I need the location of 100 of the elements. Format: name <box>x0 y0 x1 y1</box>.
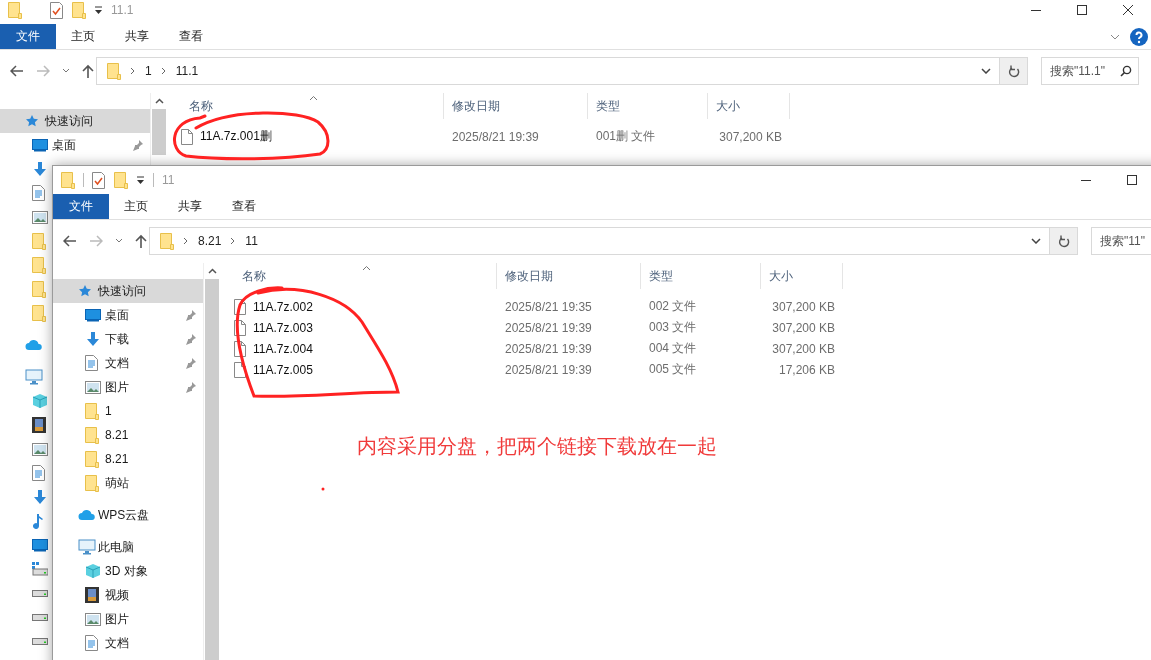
nav-item[interactable]: 8.21 <box>85 423 129 447</box>
breadcrumb-item[interactable]: 1 <box>142 64 155 78</box>
column-header[interactable]: 修改日期 <box>497 263 641 289</box>
forward-arrow-icon <box>36 65 50 77</box>
nav-item[interactable]: WPS云盘 <box>78 503 150 527</box>
nav-item[interactable]: 3D 对象 <box>85 559 148 583</box>
monitor-icon <box>32 138 48 152</box>
up-arrow-icon <box>82 64 94 78</box>
refresh-button[interactable] <box>1000 57 1028 85</box>
ribbon-tab[interactable]: 共享 <box>110 24 164 49</box>
column-header[interactable]: 名称 <box>220 263 497 289</box>
folder-icon <box>85 402 99 420</box>
monitor-icon <box>78 539 96 555</box>
caret-up-icon <box>154 98 164 104</box>
ribbon-tab[interactable]: 文件 <box>53 194 109 219</box>
nav-item[interactable]: 视频 <box>85 583 129 607</box>
column-header[interactable]: 修改日期 <box>444 93 588 119</box>
file-icon <box>234 298 246 315</box>
column-header[interactable]: 类型 <box>588 93 708 119</box>
maximize-icon <box>1076 4 1088 16</box>
folder-icon <box>160 232 174 250</box>
address-bar[interactable]: 8.21 11 <box>149 227 1050 255</box>
breadcrumb-item[interactable]: 11.1 <box>172 64 202 78</box>
column-header[interactable]: 大小 <box>761 263 843 289</box>
folder-icon <box>8 1 22 19</box>
film-icon <box>32 417 46 433</box>
nav-item[interactable]: 1 <box>85 399 112 423</box>
nav-item[interactable]: 快速访问 <box>0 109 150 133</box>
nav-item[interactable]: 图片 <box>85 375 129 399</box>
down-arrow-icon <box>85 331 101 347</box>
file-date: 2025/8/21 19:39 <box>505 320 592 335</box>
file-type: 003 文件 <box>649 320 697 334</box>
picture-icon <box>32 210 48 224</box>
nav-item[interactable]: 图片 <box>85 607 129 631</box>
document-icon <box>85 355 99 371</box>
document-icon <box>32 185 46 201</box>
up-arrow-icon <box>135 234 147 248</box>
nav-item[interactable]: 快速访问 <box>53 279 203 303</box>
file-name[interactable]: 11A.7z.002 <box>253 299 313 314</box>
file-name[interactable]: 11A.7z.003 <box>253 320 313 335</box>
ribbon-tab[interactable]: 主页 <box>56 24 110 49</box>
drive-icon <box>32 562 48 576</box>
refresh-button[interactable] <box>1050 227 1078 255</box>
ribbon-tab[interactable]: 查看 <box>164 24 218 49</box>
folder-icon <box>61 171 75 189</box>
nav-item[interactable]: 文档 <box>85 351 129 375</box>
nav-item[interactable]: 下载 <box>85 327 129 351</box>
folder-icon <box>32 256 46 274</box>
caret-up-icon <box>207 268 217 274</box>
down-arrow-icon <box>32 161 48 177</box>
search-field[interactable]: 搜索"11.1" <box>1041 57 1139 85</box>
cloud-icon <box>25 339 43 351</box>
chevron-right-icon <box>230 237 237 245</box>
folder-icon <box>85 426 99 444</box>
close-icon <box>1122 4 1134 16</box>
back-arrow-icon <box>10 65 24 77</box>
nav-item[interactable]: 8.21 <box>85 447 129 471</box>
ribbon-tab[interactable]: 共享 <box>163 194 217 219</box>
dropdown-caret-icon <box>1031 238 1041 244</box>
recent-caret-icon <box>62 68 70 74</box>
column-header[interactable]: 类型 <box>641 263 761 289</box>
column-header[interactable]: 名称 <box>167 93 444 119</box>
picture-icon <box>32 442 48 456</box>
monitor-icon <box>25 369 43 385</box>
nav-item[interactable]: 桌面 <box>85 303 129 327</box>
nav-item[interactable]: 文档 <box>85 631 129 655</box>
address-bar[interactable]: 1 11.1 <box>96 57 1000 85</box>
picture-icon <box>85 380 101 394</box>
ribbon-tab[interactable]: 文件 <box>0 24 56 49</box>
annotation-dot <box>321 487 325 491</box>
ribbon-tab[interactable]: 主页 <box>109 194 163 219</box>
file-name[interactable]: 11A.7z.005 <box>253 362 313 377</box>
checklist-icon <box>92 171 106 189</box>
file-size: 307,200 KB <box>772 299 835 314</box>
chevron-right-icon <box>160 67 167 75</box>
cloud-icon <box>78 509 96 521</box>
nav-item[interactable]: 桌面 <box>32 133 76 157</box>
film-icon <box>85 587 99 603</box>
scrollbar-thumb[interactable] <box>152 109 166 155</box>
file-type: 004 文件 <box>649 341 697 355</box>
column-header[interactable]: 大小 <box>708 93 790 119</box>
scrollbar-thumb[interactable] <box>205 279 219 660</box>
file-icon <box>234 319 246 336</box>
file-name[interactable]: 11A.7z.004 <box>253 341 313 356</box>
drive-icon <box>32 613 48 621</box>
file-name[interactable]: 11A.7z.001删 <box>200 128 272 145</box>
folder-icon <box>32 304 46 322</box>
breadcrumb-item[interactable]: 8.21 <box>195 234 225 248</box>
file-date: 2025/8/21 19:39 <box>452 129 539 144</box>
nav-item[interactable]: 萌站 <box>85 471 129 495</box>
ribbon-tab[interactable]: 查看 <box>217 194 271 219</box>
annotation-text: 内容采用分盘，把两个链接下载放在一起 <box>357 434 717 459</box>
file-date: 2025/8/21 19:35 <box>505 299 592 314</box>
back-arrow-icon <box>63 235 77 247</box>
search-field[interactable]: 搜索"11" <box>1091 227 1151 255</box>
file-size: 307,200 KB <box>772 320 835 335</box>
nav-item[interactable]: 此电脑 <box>78 535 134 559</box>
star-icon <box>78 284 92 298</box>
breadcrumb-item[interactable]: 11 <box>242 234 261 248</box>
folder-icon <box>32 280 46 298</box>
